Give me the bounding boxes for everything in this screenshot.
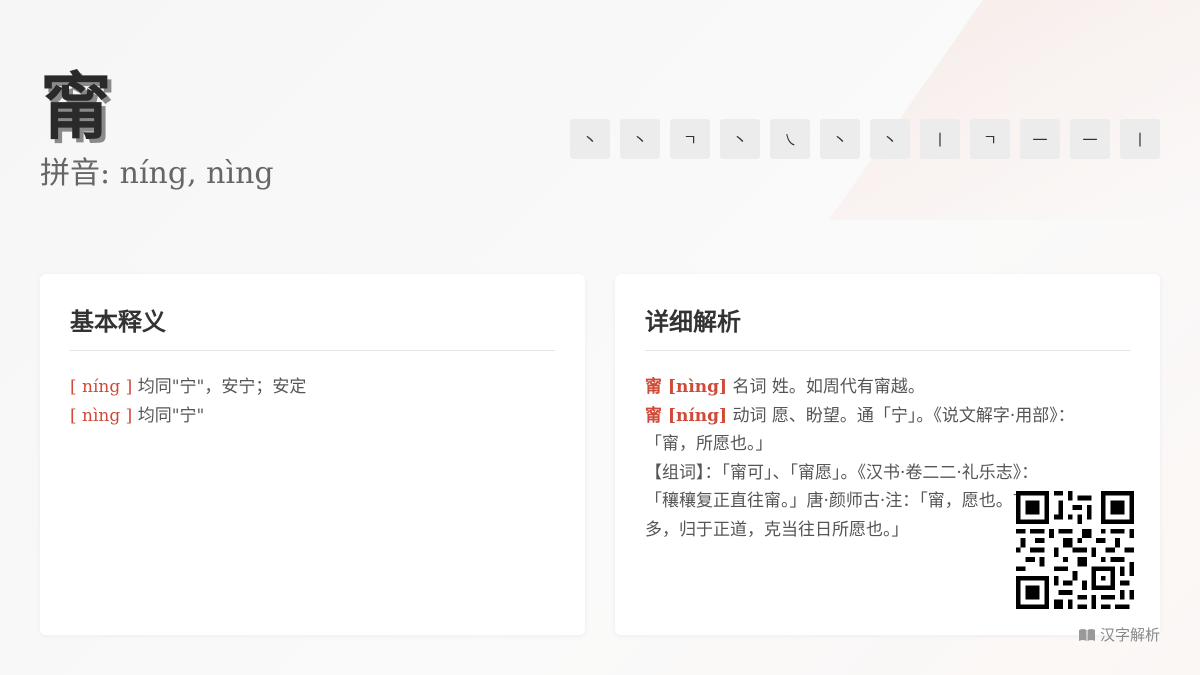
stroke-tile[interactable]: 丶 xyxy=(870,119,910,159)
stroke-tile[interactable]: 丶 xyxy=(620,119,660,159)
analysis-line: 甯 [níng] 动词 愿、盼望。通「宁」。《说文解字·用部》： xyxy=(645,402,1130,431)
stroke-tile[interactable]: 一 xyxy=(1070,119,1110,159)
background-decoration xyxy=(828,0,1200,220)
qr-code[interactable] xyxy=(1016,491,1134,609)
page: 甯 拼音: níng, nìng 丶 丶 ㄱ 丶 ㇏ 丶 丶 丨 ㄱ 一 一 丨… xyxy=(0,0,1200,675)
stroke-tile[interactable]: 一 xyxy=(1020,119,1060,159)
analysis-line: 【组词】：「甯可」、「甯愿」。《汉书·卷二二·礼乐志》： xyxy=(645,462,1039,483)
pronunciation: [ níng ] xyxy=(70,377,133,397)
analysis-text: 动词 愿、盼望。通「宁」。《说文解字·用部》： xyxy=(727,405,1075,426)
analysis-text: 名词 姓。如周代有甯越。 xyxy=(727,377,925,397)
card-title: 详细解析 xyxy=(645,306,1130,351)
stroke-tile[interactable]: ㇏ xyxy=(770,119,810,159)
definition-entry: [ nìng ] 均同"宁" xyxy=(70,402,555,431)
stroke-order: 丶 丶 ㄱ 丶 ㇏ 丶 丶 丨 ㄱ 一 一 丨 xyxy=(570,119,1160,159)
definition-text: 均同"宁" xyxy=(132,405,205,426)
book-icon xyxy=(1078,628,1095,641)
stroke-tile[interactable]: 丶 xyxy=(720,119,760,159)
card-title: 基本释义 xyxy=(70,306,555,351)
headword-pronunciation: 甯 [nìng] xyxy=(645,377,728,397)
stroke-tile[interactable]: 丶 xyxy=(570,119,610,159)
pinyin-label: 拼音: níng, nìng xyxy=(40,156,274,191)
footer-brand: 汉字解析 xyxy=(1078,624,1160,645)
analysis-line: 甯 [nìng] 名词 姓。如周代有甯越。 xyxy=(645,373,1130,402)
definition-entry: [ níng ] 均同"宁"，安宁；安定 xyxy=(70,373,555,402)
stroke-tile[interactable]: 丶 xyxy=(820,119,860,159)
stroke-tile[interactable]: ㄱ xyxy=(670,119,710,159)
headword-pronunciation: 甯 [níng] xyxy=(645,405,728,426)
headword-character: 甯 xyxy=(40,64,113,149)
stroke-tile[interactable]: 丨 xyxy=(920,119,960,159)
pronunciation: [ nìng ] xyxy=(70,405,133,426)
stroke-tile[interactable]: ㄱ xyxy=(970,119,1010,159)
basic-definition-card: 基本释义 [ níng ] 均同"宁"，安宁；安定 [ nìng ] 均同"宁" xyxy=(40,274,585,635)
stroke-tile[interactable]: 丨 xyxy=(1120,119,1160,159)
definition-text: 均同"宁"，安宁；安定 xyxy=(132,377,307,397)
card-body: [ níng ] 均同"宁"，安宁；安定 [ nìng ] 均同"宁" xyxy=(70,373,555,430)
brand-label: 汉字解析 xyxy=(1099,626,1160,644)
analysis-line: 「甯，所愿也。」 xyxy=(645,434,773,454)
